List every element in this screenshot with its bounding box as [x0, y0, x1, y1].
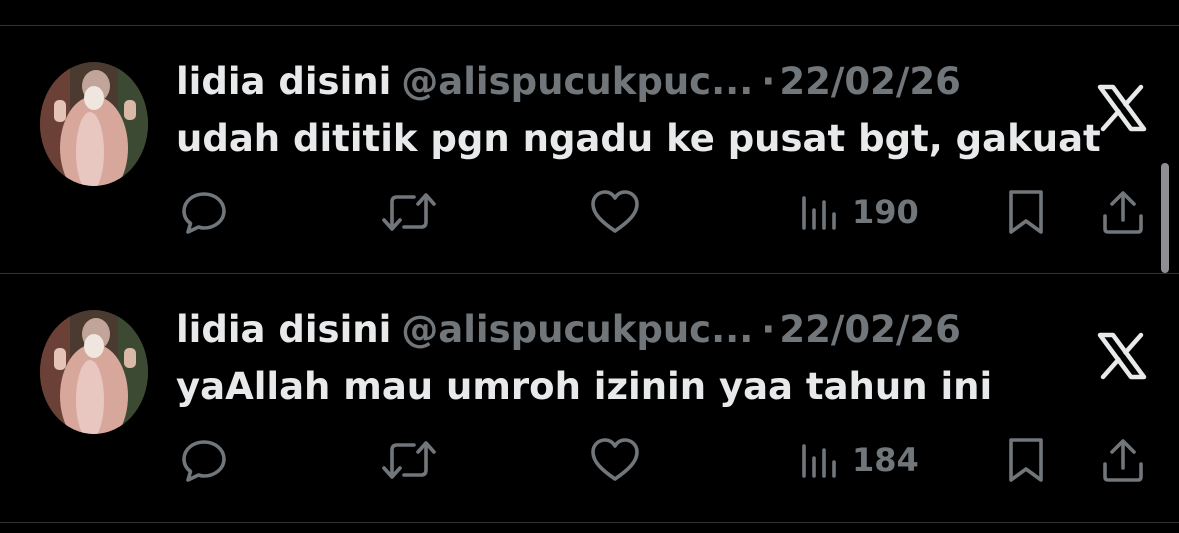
x-logo-icon[interactable] — [1097, 83, 1147, 133]
reply-button[interactable] — [180, 434, 228, 486]
views-button[interactable]: 184 — [800, 434, 919, 486]
like-button[interactable] — [590, 186, 640, 238]
retweet-button[interactable] — [382, 434, 436, 486]
tweet-text: yaAllah mau umroh izinin yaa tahun ini — [176, 365, 993, 408]
like-button[interactable] — [590, 434, 640, 486]
user-handle[interactable]: @alispucukpuc... — [401, 308, 753, 351]
bookmark-icon — [1009, 438, 1043, 482]
bookmark-button[interactable] — [1006, 434, 1046, 486]
bookmark-icon — [1009, 190, 1043, 234]
display-name[interactable]: lidia disini — [176, 60, 391, 103]
avatar[interactable] — [40, 310, 148, 434]
retweet-icon — [382, 441, 436, 479]
bottom-divider — [0, 522, 1179, 523]
tweet-header: lidia disini @alispucukpuc... · 22/02/26 — [176, 307, 961, 353]
tweet-date[interactable]: 22/02/26 — [779, 60, 961, 103]
share-button[interactable] — [1101, 186, 1145, 238]
user-handle[interactable]: @alispucukpuc... — [401, 60, 753, 103]
view-count: 190 — [852, 193, 919, 231]
tweet-card[interactable]: lidia disini @alispucukpuc... · 22/02/26 ud… — [0, 25, 1179, 273]
like-icon — [591, 438, 639, 481]
tweet-header: lidia disini @alispucukpuc... · 22/02/26 — [176, 59, 961, 105]
share-button[interactable] — [1101, 434, 1145, 486]
tweet-text: udah dititik pgn ngadu ke pusat bgt, gak… — [176, 117, 1101, 160]
display-name[interactable]: lidia disini — [176, 308, 391, 351]
separator-dot: · — [761, 60, 776, 103]
x-logo-icon[interactable] — [1097, 331, 1147, 381]
views-icon — [802, 444, 836, 478]
reply-button[interactable] — [180, 186, 228, 238]
reply-icon — [182, 192, 226, 234]
avatar-photo — [40, 62, 148, 186]
retweet-icon — [382, 193, 436, 231]
views-icon — [802, 196, 836, 230]
views-button[interactable]: 190 — [800, 186, 919, 238]
share-icon — [1103, 191, 1143, 234]
view-count: 184 — [852, 441, 919, 479]
tweet-date[interactable]: 22/02/26 — [779, 308, 961, 351]
scrollbar[interactable] — [1161, 163, 1169, 273]
bookmark-button[interactable] — [1006, 186, 1046, 238]
retweet-button[interactable] — [382, 186, 436, 238]
avatar-photo — [40, 310, 148, 434]
tweet-card[interactable]: lidia disini @alispucukpuc... · 22/02/26 ya… — [0, 273, 1179, 521]
share-icon — [1103, 439, 1143, 482]
separator-dot: · — [761, 308, 776, 351]
like-icon — [591, 190, 639, 233]
reply-icon — [182, 440, 226, 482]
avatar[interactable] — [40, 62, 148, 186]
